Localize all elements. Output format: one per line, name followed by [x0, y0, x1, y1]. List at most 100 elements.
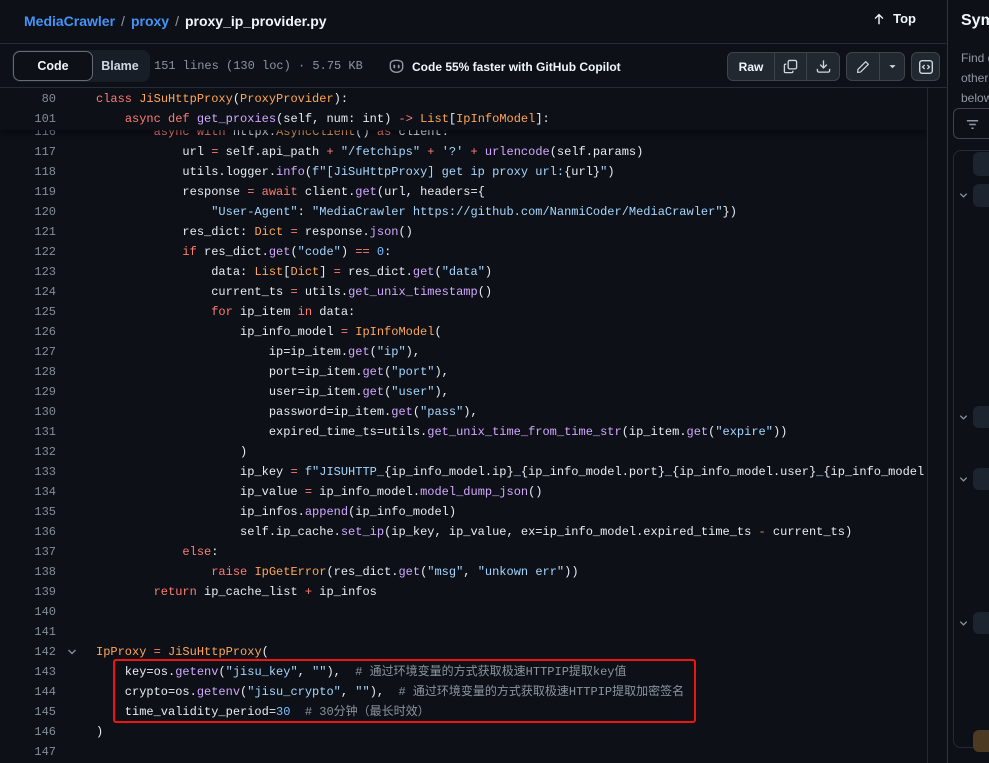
pencil-icon: [856, 60, 870, 74]
code-blame-switch: Code Blame: [12, 50, 150, 82]
symbol-item[interactable]: [973, 184, 989, 207]
chevron-down-icon[interactable]: [958, 474, 969, 485]
edit-file-button[interactable]: [847, 53, 880, 80]
line-number[interactable]: 139: [0, 582, 56, 602]
code-text: response = await client.get(url, headers…: [96, 182, 485, 202]
chevron-down-icon[interactable]: [958, 618, 969, 629]
line-number[interactable]: 132: [0, 442, 56, 462]
line-number[interactable]: 130: [0, 402, 56, 422]
line-number[interactable]: 125: [0, 302, 56, 322]
file-toolbar: Code Blame 151 lines (130 loc) · 5.75 KB…: [0, 44, 948, 88]
line-number[interactable]: 135: [0, 502, 56, 522]
code-text: user=ip_item.get("user"),: [96, 382, 449, 402]
line-number[interactable]: 146: [0, 722, 56, 742]
code-line-128: 128 port=ip_item.get("port"),: [0, 362, 927, 382]
copilot-banner[interactable]: Code 55% faster with GitHub Copilot: [388, 58, 621, 75]
code-text: class JiSuHttpProxy(ProxyProvider):: [96, 89, 348, 109]
code-text: ip_infos.append(ip_info_model): [96, 502, 456, 522]
code-line-125: 125 for ip_item in data:: [0, 302, 927, 322]
code-line-133: 133 ip_key = f"JISUHTTP_{ip_info_model.i…: [0, 462, 927, 482]
symbols-panel-toggle-button[interactable]: [911, 52, 940, 81]
symbol-item[interactable]: [973, 406, 989, 428]
code-line-138: 138 raise IpGetError(res_dict.get("msg",…: [0, 562, 927, 582]
code-text: expired_time_ts=utils.get_unix_time_from…: [96, 422, 787, 442]
breadcrumb-file-name: proxy_ip_provider.py: [185, 13, 327, 29]
line-number[interactable]: 144: [0, 682, 56, 702]
filter-icon: [965, 117, 980, 132]
code-text: ): [96, 722, 103, 742]
back-to-top-button[interactable]: Top: [872, 11, 916, 26]
code-line-135: 135 ip_infos.append(ip_info_model): [0, 502, 927, 522]
line-number[interactable]: 118: [0, 162, 56, 182]
chevron-down-icon[interactable]: [958, 412, 969, 423]
code-line-139: 139 return ip_cache_list + ip_infos: [0, 582, 927, 602]
code-text: ip_info_model = IpInfoModel(: [96, 322, 442, 342]
fold-chevron-icon[interactable]: [66, 646, 78, 658]
symbols-filter-input[interactable]: [953, 108, 989, 139]
line-number[interactable]: 138: [0, 562, 56, 582]
breadcrumb-dir-link[interactable]: proxy: [131, 13, 169, 29]
line-number[interactable]: 119: [0, 182, 56, 202]
line-number[interactable]: 136: [0, 522, 56, 542]
code-line-123: 123 data: List[Dict] = res_dict.get("dat…: [0, 262, 927, 282]
raw-button[interactable]: Raw: [728, 53, 775, 80]
code-line-117: 117 url = self.api_path + "/fetchips" + …: [0, 142, 927, 162]
line-number[interactable]: 140: [0, 602, 56, 622]
code-line-129: 129 user=ip_item.get("user"),: [0, 382, 927, 402]
tab-blame[interactable]: Blame: [93, 51, 147, 81]
line-number[interactable]: 141: [0, 622, 56, 642]
code-line-124: 124 current_ts = utils.get_unix_timestam…: [0, 282, 927, 302]
code-line-136: 136 self.ip_cache.set_ip(ip_key, ip_valu…: [0, 522, 927, 542]
code-text: url = self.api_path + "/fetchips" + '?' …: [96, 142, 643, 162]
code-line-126: 126 ip_info_model = IpInfoModel(: [0, 322, 927, 342]
top-label: Top: [893, 11, 916, 26]
symbol-item[interactable]: [973, 152, 989, 176]
line-number[interactable]: 131: [0, 422, 56, 442]
code-text: async def get_proxies(self, num: int) ->…: [96, 109, 550, 129]
line-number[interactable]: 127: [0, 342, 56, 362]
line-number[interactable]: 128: [0, 362, 56, 382]
code-area: 116 async with httpx.AsyncClient() as cl…: [0, 88, 948, 763]
code-line-130: 130 password=ip_item.get("pass"),: [0, 402, 927, 422]
line-number[interactable]: 117: [0, 142, 56, 162]
line-number[interactable]: 120: [0, 202, 56, 222]
code-line-141: 141: [0, 622, 927, 642]
symbol-item[interactable]: [973, 612, 989, 634]
edit-button-group: [846, 52, 905, 81]
line-number[interactable]: 143: [0, 662, 56, 682]
code-line-137: 137 else:: [0, 542, 927, 562]
line-number[interactable]: 129: [0, 382, 56, 402]
symbol-item[interactable]: [973, 468, 989, 490]
download-raw-button[interactable]: [807, 53, 839, 80]
code-text: utils.logger.info(f"[JiSuHttpProxy] get …: [96, 162, 615, 182]
line-number[interactable]: 137: [0, 542, 56, 562]
breadcrumb-separator: /: [115, 13, 131, 29]
line-number[interactable]: 147: [0, 742, 56, 762]
symbol-item[interactable]: [973, 730, 989, 752]
code-text: port=ip_item.get("port"),: [96, 362, 449, 382]
line-number[interactable]: 101: [0, 109, 56, 129]
line-number[interactable]: 124: [0, 282, 56, 302]
line-number[interactable]: 122: [0, 242, 56, 262]
chevron-down-icon[interactable]: [958, 190, 969, 201]
line-number[interactable]: 142: [0, 642, 56, 662]
symbols-panel: Symbols Find definitions and references …: [949, 0, 989, 763]
code-text: if res_dict.get("code") == 0:: [96, 242, 391, 262]
line-number[interactable]: 133: [0, 462, 56, 482]
code-line-132: 132 ): [0, 442, 927, 462]
line-number[interactable]: 80: [0, 89, 56, 109]
line-number[interactable]: 123: [0, 262, 56, 282]
copy-raw-button[interactable]: [775, 53, 807, 80]
line-number[interactable]: 134: [0, 482, 56, 502]
line-number[interactable]: 145: [0, 702, 56, 722]
breadcrumb-repo-link[interactable]: MediaCrawler: [24, 13, 115, 29]
code-line-127: 127 ip=ip_item.get("ip"),: [0, 342, 927, 362]
tab-code[interactable]: Code: [13, 51, 93, 81]
line-number[interactable]: 121: [0, 222, 56, 242]
copilot-banner-text: Code 55% faster with GitHub Copilot: [412, 60, 621, 74]
edit-dropdown-button[interactable]: [880, 53, 904, 80]
line-number[interactable]: 126: [0, 322, 56, 342]
scrollbar-track[interactable]: [927, 88, 928, 763]
code-line-146: 146): [0, 722, 927, 742]
code-line-134: 134 ip_value = ip_info_model.model_dump_…: [0, 482, 927, 502]
